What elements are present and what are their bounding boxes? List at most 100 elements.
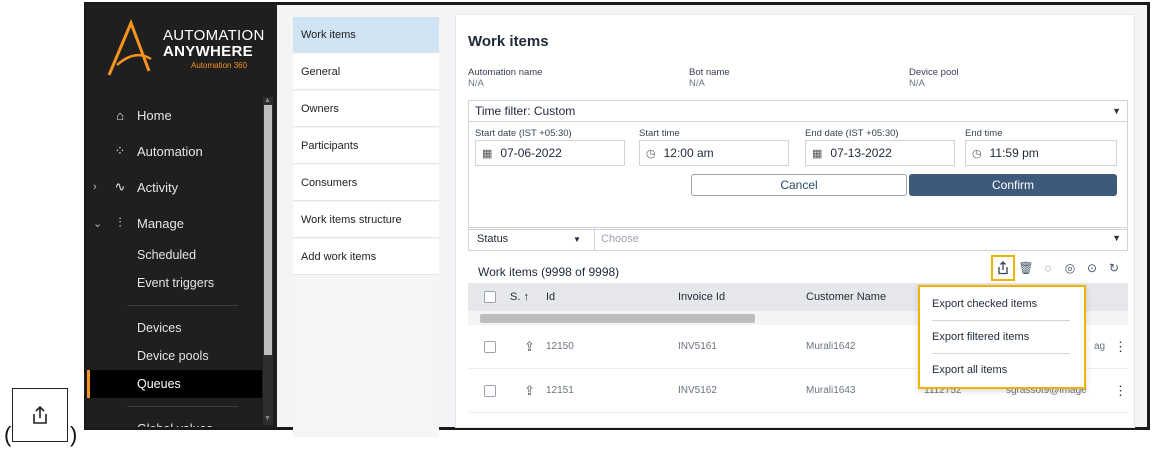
tab-work-items[interactable]: Work items [293, 17, 439, 53]
end-time-field[interactable]: ◷ 11:59 pm [965, 140, 1117, 166]
cell-email-fragment: ag [1094, 341, 1106, 352]
chevron-right-icon: › [93, 181, 97, 193]
visibility-icon[interactable]: ⊙ [1081, 257, 1103, 279]
status-select[interactable]: Status ▼ [469, 228, 595, 250]
cell-id: 12150 [546, 341, 574, 352]
tab-work-items-structure[interactable]: Work items structure [293, 202, 439, 238]
sidebar-item-device-pools[interactable]: Device pools [87, 342, 262, 370]
refresh-icon[interactable]: ↻ [1103, 257, 1125, 279]
nav-divider [127, 305, 238, 306]
row-more-icon[interactable]: ⋮ [1114, 383, 1127, 399]
sidebar: AUTOMATION ANYWHERE Automation 360 ⌂ Hom… [87, 5, 277, 427]
sidebar-item-label: Home [137, 107, 172, 123]
export-icon [33, 405, 47, 424]
nav-divider [127, 406, 238, 407]
table-toolbar: 🗑 ◌ ◎ ⊙ ↻ [991, 255, 1125, 281]
status-filter-row: Status ▼ Choose ▼ [468, 227, 1128, 251]
home-icon: ⌂ [116, 107, 124, 123]
status-choose-input[interactable]: Choose [595, 233, 639, 245]
tab-owners[interactable]: Owners [293, 91, 439, 127]
date-range-panel: Start date (IST +05:30) ▦ 07-06-2022 Sta… [468, 122, 1128, 230]
sidebar-item-label: Automation [137, 143, 203, 159]
brand-logo: AUTOMATION ANYWHERE Automation 360 [105, 15, 270, 85]
start-date-field[interactable]: ▦ 07-06-2022 [475, 140, 625, 166]
cancel-button[interactable]: Cancel [691, 174, 907, 196]
queue-submenu: Work items General Owners Participants C… [293, 17, 439, 437]
sidebar-scroll-thumb[interactable] [264, 105, 272, 355]
start-date-value: 07-06-2022 [500, 146, 562, 160]
device-pool-label: Device pool [909, 67, 959, 78]
sidebar-item-label: Manage [137, 215, 184, 231]
mark-ready-icon[interactable]: ◎ [1059, 257, 1081, 279]
logo-a-icon [107, 19, 152, 76]
automation-name-label: Automation name [468, 67, 543, 78]
cell-id: 12151 [546, 385, 574, 396]
sidebar-item-automation[interactable]: ⁘ Automation [87, 133, 262, 169]
sidebar-nav: ⌂ Home ⁘ Automation › ∿ Activity ⌄ ⫶ Man… [87, 97, 262, 427]
sidebar-item-event-triggers[interactable]: Event triggers [87, 269, 262, 297]
tab-add-work-items[interactable]: Add work items [293, 239, 439, 275]
activity-icon: ∿ [114, 179, 126, 194]
sidebar-item-home[interactable]: ⌂ Home [87, 97, 262, 133]
end-date-value: 07-13-2022 [830, 146, 892, 160]
export-filtered-items[interactable]: Export filtered items [920, 320, 1084, 353]
row-more-icon[interactable]: ⋮ [1114, 339, 1127, 355]
start-time-label: Start time [639, 128, 680, 139]
sidebar-item-scheduled[interactable]: Scheduled [87, 241, 262, 269]
table-hscroll-thumb[interactable] [480, 314, 755, 323]
column-customer-name[interactable]: Customer Name [806, 291, 886, 303]
calendar-icon: ▦ [482, 147, 493, 160]
device-pool-value: N/A [909, 78, 925, 89]
export-button[interactable] [991, 255, 1015, 281]
chevron-down-icon: ⌄ [93, 217, 103, 230]
scroll-up-icon[interactable]: ▲ [264, 97, 271, 104]
brand-line2: ANYWHERE [163, 43, 253, 60]
tab-consumers[interactable]: Consumers [293, 165, 439, 201]
cell-invoice-id: INV5162 [678, 385, 717, 396]
end-time-label: End time [965, 128, 1003, 139]
sidebar-item-activity[interactable]: › ∿ Activity [87, 169, 262, 205]
end-date-field[interactable]: ▦ 07-13-2022 [805, 140, 955, 166]
time-filter-select[interactable]: Time filter: Custom ▼ [468, 100, 1128, 122]
scroll-down-icon[interactable]: ▼ [264, 415, 271, 422]
status-upload-icon: ⇪ [524, 338, 535, 354]
cell-customer-name: Murali1642 [806, 341, 856, 352]
clock-icon: ◷ [646, 147, 656, 160]
select-all-checkbox[interactable] [484, 291, 496, 303]
sidebar-item-global-values[interactable]: Global values [87, 415, 262, 427]
sidebar-item-devices[interactable]: Devices [87, 314, 262, 342]
tab-participants[interactable]: Participants [293, 128, 439, 164]
brand-line3: Automation 360 [191, 61, 248, 70]
work-items-count: Work items (9998 of 9998) [478, 265, 620, 279]
sidebar-item-manage[interactable]: ⌄ ⫶ Manage [87, 205, 262, 241]
column-id[interactable]: Id [546, 291, 555, 303]
caret-down-icon: ▼ [1112, 233, 1121, 243]
caret-down-icon: ▼ [573, 234, 581, 244]
export-icon-legend [12, 388, 68, 442]
status-upload-icon: ⇪ [524, 382, 535, 398]
start-time-field[interactable]: ◷ 12:00 am [639, 140, 789, 166]
open-paren: ( [4, 422, 12, 447]
delete-icon[interactable]: 🗑 [1015, 257, 1037, 279]
tab-general[interactable]: General [293, 54, 439, 90]
column-status[interactable]: S. ↑ [510, 291, 529, 303]
row-checkbox[interactable] [484, 340, 496, 353]
cell-customer-name: Murali1643 [806, 385, 856, 396]
page-title: Work items [468, 33, 549, 50]
automation-name-value: N/A [468, 78, 484, 89]
start-date-label: Start date (IST +05:30) [475, 128, 572, 139]
close-paren: ) [70, 422, 78, 447]
column-invoice-id[interactable]: Invoice Id [678, 291, 725, 303]
brand-line1: AUTOMATION [163, 27, 265, 44]
end-date-label: End date (IST +05:30) [805, 128, 899, 139]
row-checkbox[interactable] [484, 384, 496, 397]
mark-complete-icon[interactable]: ◌ [1037, 257, 1059, 279]
export-icon [998, 261, 1008, 275]
export-checked-items[interactable]: Export checked items [920, 287, 1084, 320]
sidebar-item-queues[interactable]: Queues [87, 370, 262, 398]
export-all-items[interactable]: Export all items [920, 353, 1084, 386]
calendar-icon: ▦ [812, 147, 823, 160]
manage-icon: ⫶ [118, 215, 122, 230]
confirm-button[interactable]: Confirm [909, 174, 1117, 196]
end-time-value: 11:59 pm [989, 146, 1039, 160]
